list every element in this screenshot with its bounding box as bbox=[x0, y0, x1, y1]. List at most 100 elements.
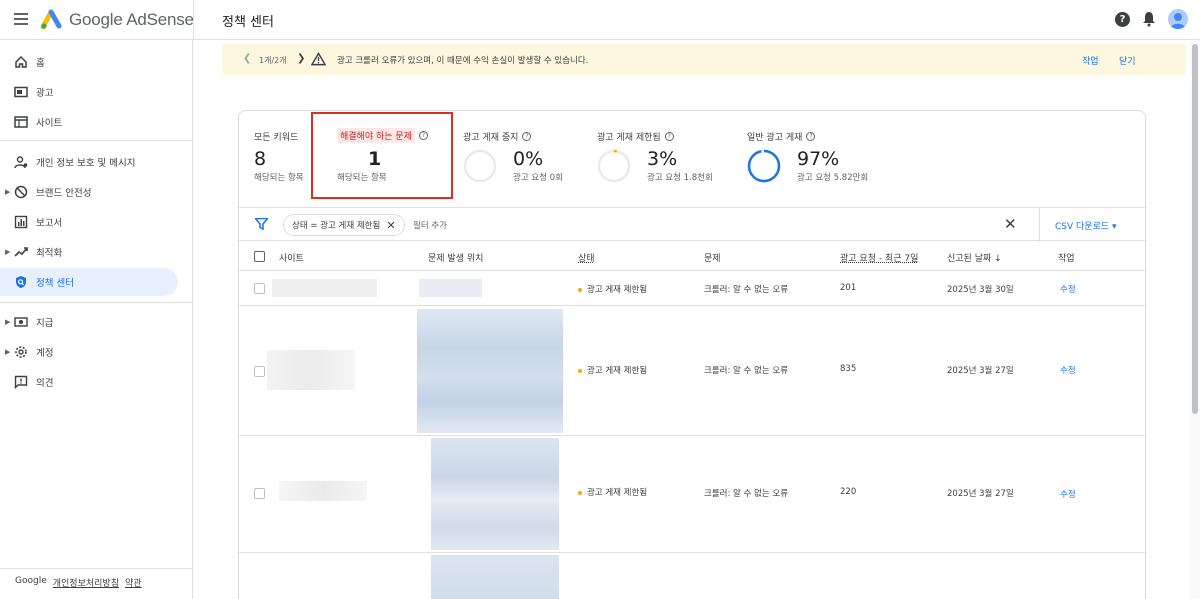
help-circle-icon[interactable]: ? bbox=[522, 132, 532, 141]
redacted-location bbox=[419, 279, 482, 297]
row-checkbox[interactable] bbox=[254, 488, 265, 499]
banner-action-button[interactable]: 작업 bbox=[1082, 54, 1099, 67]
filter-chip[interactable]: 상태 = 광고 게재 제한됨 ✕ bbox=[283, 214, 405, 236]
optimize-icon bbox=[14, 247, 28, 257]
sidebar-item-home[interactable]: 홈 bbox=[0, 48, 178, 76]
close-icon[interactable]: ✕ bbox=[386, 219, 395, 232]
sidebar-item-policy-center[interactable]: 정책 센터 bbox=[0, 268, 178, 296]
redacted-site bbox=[272, 279, 377, 297]
metric-title: 모든 키워드 bbox=[254, 133, 299, 143]
reports-icon bbox=[14, 215, 28, 229]
metric-value: 1 bbox=[368, 148, 382, 170]
banner-count: 1개/2개 bbox=[259, 56, 287, 65]
metric-sub: 광고 요청 0회 bbox=[513, 173, 563, 183]
feedback-icon bbox=[14, 375, 28, 389]
sidebar-item-payments[interactable]: ▶ 지급 bbox=[0, 308, 178, 336]
chevron-right-icon: ▶ bbox=[5, 348, 11, 356]
status-badge: 광고 게재 제한됨 bbox=[578, 283, 647, 295]
csv-download-label: CSV 다운로드 bbox=[1055, 222, 1110, 232]
redacted-location bbox=[431, 438, 559, 550]
filter-chip-label: 상태 = 광고 게재 제한됨 bbox=[292, 221, 381, 231]
home-icon bbox=[15, 55, 27, 68]
divider bbox=[0, 140, 192, 141]
row-checkbox[interactable] bbox=[254, 366, 265, 377]
page-title: 정책 센터 bbox=[222, 15, 274, 30]
chevron-right-icon: ▶ bbox=[5, 318, 11, 326]
scrollbar-thumb[interactable] bbox=[1192, 44, 1198, 414]
sidebar-item-sites[interactable]: 사이트 bbox=[0, 108, 178, 136]
sidebar-item-feedback[interactable]: 의견 bbox=[0, 368, 178, 396]
metric-ad-serving-limited[interactable]: 광고 게재 제한됨? 3% 광고 요청 1.8천회 bbox=[597, 130, 713, 183]
payments-icon bbox=[14, 317, 28, 327]
metric-value: 97% bbox=[797, 148, 840, 170]
metric-sub: 해당되는 항목 bbox=[254, 173, 304, 183]
chevron-left-icon[interactable]: ❮ bbox=[243, 53, 251, 64]
table-row[interactable]: 광고 게재 제한됨 크롤러: 알 수 없는 오류 220 2025년 3월 27… bbox=[239, 436, 1145, 553]
table-row[interactable]: 광고 게재 제한됨 크롤러: 알 수 없는 오류 201 2025년 3월 30… bbox=[239, 271, 1145, 306]
bell-icon[interactable] bbox=[1142, 11, 1156, 27]
fix-link[interactable]: 수정 bbox=[1060, 488, 1076, 500]
sidebar-item-brand-safety[interactable]: ▶ 브랜드 안전성 bbox=[0, 178, 178, 206]
footer-links: Google 개인정보처리방침 약관 bbox=[15, 576, 142, 589]
footer-google: Google bbox=[15, 576, 47, 586]
column-location[interactable]: 문제 발생 위치 bbox=[428, 251, 483, 264]
sidebar-item-account[interactable]: ▶ 계정 bbox=[0, 338, 178, 366]
help-circle-icon[interactable]: ? bbox=[664, 132, 674, 141]
metric-title: 광고 게재 중지 bbox=[463, 133, 519, 143]
help-circle-icon[interactable]: ? bbox=[418, 131, 428, 140]
metric-normal-serving[interactable]: 일반 광고 게재? 97% 광고 요청 5.82만회 bbox=[747, 130, 868, 183]
policy-issues-card: 모든 키워드 8 해당되는 항목 해결해야 하는 문제? 1 해당되는 항목 광… bbox=[238, 110, 1146, 599]
column-action: 작업 bbox=[1058, 254, 1075, 264]
clear-filters-icon[interactable]: ✕ bbox=[1004, 215, 1017, 233]
metric-all-issues[interactable]: 모든 키워드 8 해당되는 항목 bbox=[254, 130, 304, 183]
table-row[interactable] bbox=[239, 553, 1145, 599]
column-status[interactable]: 상태 bbox=[578, 251, 595, 264]
metric-title: 일반 광고 게재 bbox=[747, 133, 803, 143]
terms-link[interactable]: 약관 bbox=[125, 576, 142, 589]
menu-icon[interactable] bbox=[14, 13, 28, 25]
row-checkbox[interactable] bbox=[254, 283, 265, 294]
sidebar-item-optimize[interactable]: ▶ 최적화 bbox=[0, 238, 178, 266]
banner-dismiss-button[interactable]: 닫기 bbox=[1119, 54, 1136, 67]
block-icon bbox=[14, 185, 28, 199]
redacted-location bbox=[431, 555, 559, 599]
help-icon[interactable]: ? bbox=[1115, 11, 1130, 27]
gear-icon bbox=[15, 346, 27, 358]
banner-message: 광고 크롤러 오류가 있으며, 이 때문에 수익 손실이 발생할 수 있습니다. bbox=[337, 56, 589, 66]
select-all-checkbox[interactable] bbox=[254, 251, 265, 262]
metric-ad-serving-stopped[interactable]: 광고 게재 중지? 0% 광고 요청 0회 bbox=[463, 130, 563, 183]
chevron-right-icon[interactable]: ❯ bbox=[297, 53, 305, 64]
chevron-right-icon: ▶ bbox=[5, 188, 11, 196]
metric-title: 해결해야 하는 문제 bbox=[337, 128, 415, 143]
sidebar-item-reports[interactable]: 보고서 bbox=[0, 208, 178, 236]
column-reported-date[interactable]: 신고된 날짜 ↓ bbox=[947, 251, 1002, 264]
divider bbox=[1039, 208, 1040, 242]
issue-text: 크롤러: 알 수 없는 오류 bbox=[704, 489, 789, 499]
metric-value: 3% bbox=[647, 148, 678, 170]
metric-to-fix[interactable]: 해결해야 하는 문제? 1 해당되는 항목 bbox=[337, 128, 428, 183]
sidebar-item-privacy[interactable]: 개인 정보 보호 및 메시지 bbox=[0, 148, 178, 176]
help-circle-icon[interactable]: ? bbox=[806, 132, 816, 141]
metric-value: 8 bbox=[254, 148, 267, 170]
status-badge: 광고 게재 제한됨 bbox=[578, 486, 647, 498]
privacy-policy-link[interactable]: 개인정보처리방침 bbox=[53, 576, 119, 589]
reported-date: 2025년 3월 27일 bbox=[947, 366, 1014, 376]
requests-value: 835 bbox=[840, 364, 857, 374]
column-issue[interactable]: 문제 bbox=[704, 251, 721, 264]
column-site[interactable]: 사이트 bbox=[279, 251, 304, 264]
add-filter-input[interactable]: 필터 추가 bbox=[413, 219, 447, 231]
filter-icon[interactable] bbox=[255, 218, 268, 230]
csv-download-button[interactable]: CSV 다운로드 ▾ bbox=[1055, 219, 1117, 232]
table-header: 사이트 문제 발생 위치 상태 문제 광고 요청 - 최근 7일 신고된 날짜 … bbox=[239, 241, 1145, 271]
privacy-icon bbox=[14, 156, 28, 169]
avatar[interactable] bbox=[1168, 9, 1188, 29]
column-requests[interactable]: 광고 요청 - 최근 7일 bbox=[840, 251, 918, 264]
caret-down-icon: ▾ bbox=[1112, 222, 1117, 232]
brand-name: Google AdSense bbox=[69, 10, 194, 29]
fix-link[interactable]: 수정 bbox=[1060, 364, 1076, 376]
sidebar-item-ads[interactable]: 광고 bbox=[0, 78, 178, 106]
filter-bar: 상태 = 광고 게재 제한됨 ✕ 필터 추가 ✕ CSV 다운로드 ▾ bbox=[239, 207, 1145, 242]
table-row[interactable]: 광고 게재 제한됨 크롤러: 알 수 없는 오류 835 2025년 3월 27… bbox=[239, 306, 1145, 436]
ads-icon bbox=[14, 86, 28, 98]
fix-link[interactable]: 수정 bbox=[1060, 283, 1076, 295]
